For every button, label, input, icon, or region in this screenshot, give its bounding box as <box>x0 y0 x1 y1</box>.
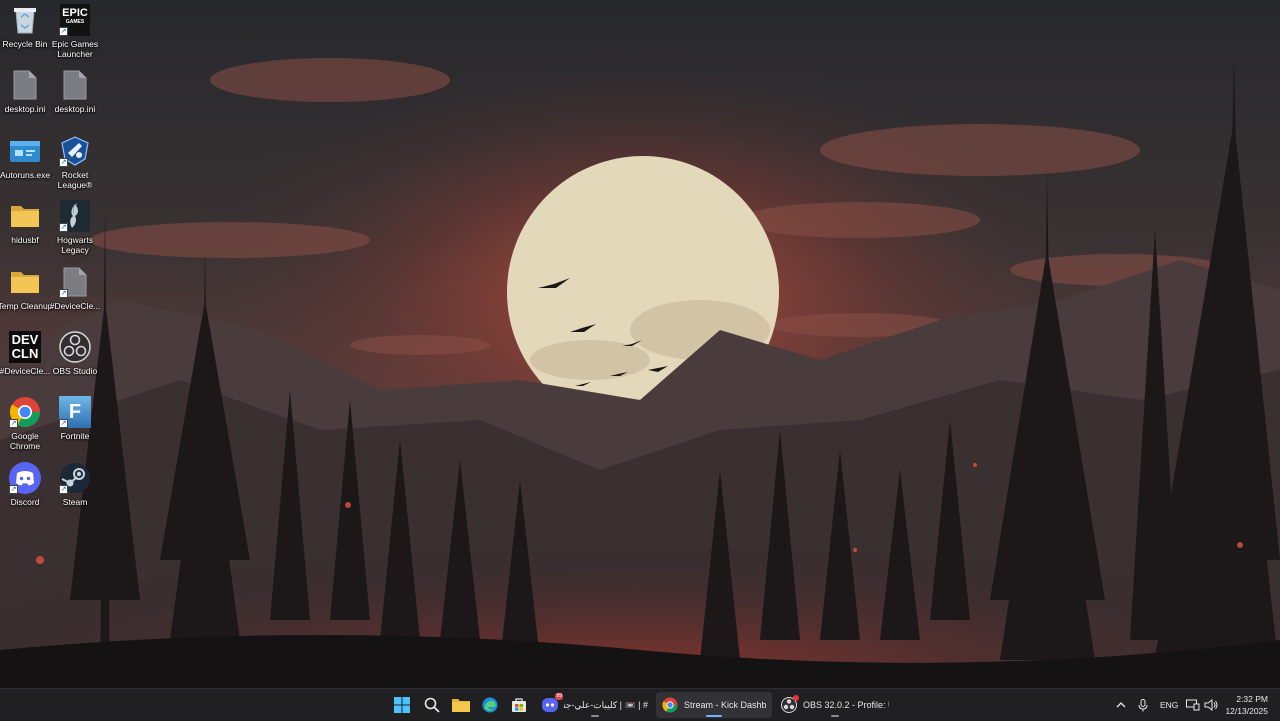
desktop-icon-label: Rocket League® <box>57 169 93 190</box>
system-tray: ENG <box>1114 689 1178 721</box>
search-button[interactable] <box>418 692 446 718</box>
obs-icon <box>781 695 799 713</box>
desktop-icon-label: Fortnite <box>60 431 90 442</box>
desktop-icon-obs-studio[interactable]: OBS Studio <box>50 331 100 376</box>
shortcut-arrow-icon: ↗ <box>59 27 68 36</box>
desktop-icon-label: #DeviceCle... <box>0 366 51 376</box>
running-indicator <box>591 715 599 717</box>
desktop-icon-label: Epic Games Launcher <box>51 39 99 59</box>
desktop-icon-label: Steam <box>62 496 88 507</box>
taskbar-window-title: OBS 32.0.2 - Profile: Unt <box>803 700 889 710</box>
taskbar-window-title: Stream - Kick Dashboard <box>684 700 766 710</box>
chrome-icon <box>662 697 678 713</box>
folder-icon <box>452 699 470 712</box>
running-indicator <box>831 715 839 717</box>
desktop-icon-rocket-league[interactable]: ↗ Rocket League® <box>50 135 100 190</box>
epic-games-icon: EPIC GAMES ↗ <box>59 4 91 36</box>
desktop-icon-desktop-ini[interactable]: desktop.ini <box>50 69 100 114</box>
shortcut-arrow-icon: ↗ <box>59 484 68 494</box>
autoruns-icon <box>9 135 41 167</box>
edge-button[interactable] <box>476 692 504 718</box>
steam-icon: ↗ <box>59 462 91 494</box>
hogwarts-legacy-icon: ↗ <box>59 200 91 233</box>
desktop-icon-desktop-ini[interactable]: desktop.ini <box>0 69 50 114</box>
shortcut-arrow-icon: ↗ <box>59 288 68 298</box>
desktop-icon-label: #DeviceCle... <box>49 300 101 311</box>
desktop-icon-label: Hogwarts Legacy <box>57 235 93 256</box>
desktop-icon-hogwarts-legacy[interactable]: ↗ Hogwarts Legacy <box>50 200 100 255</box>
logo-text: DEV <box>11 332 39 347</box>
discord-icon: 99 <box>542 693 563 713</box>
desktop-icon-label: OBS Studio <box>52 366 98 376</box>
folder-icon <box>9 266 41 298</box>
recycle-bin-icon <box>9 4 41 36</box>
rocket-league-icon: ↗ <box>59 135 91 167</box>
discord-icon: ↗ <box>9 461 41 494</box>
shortcut-arrow-icon: ↗ <box>59 223 68 233</box>
clock[interactable]: 2:32 PM 12/13/2025 <box>1220 693 1268 717</box>
quick-settings[interactable] <box>1186 689 1218 721</box>
desktop-icon-label: hidusbf <box>11 235 39 246</box>
folder-icon <box>9 200 41 232</box>
taskbar-window-title: # | 📼 | كليبات-علي-جنب <box>564 699 648 710</box>
desktop-icon-label: Autoruns.exe <box>0 169 51 180</box>
file-explorer-button[interactable] <box>447 692 475 718</box>
file-icon <box>9 69 41 101</box>
desktop-icon-label: Recycle Bin <box>2 39 48 49</box>
desktop-icon-label: Temp Cleanup <box>0 300 53 311</box>
chevron-up-icon <box>1116 702 1126 708</box>
logo-subtext: GAMES <box>65 19 85 25</box>
desktop-icon-epic-games-launcher[interactable]: EPIC GAMES ↗ Epic Games Launcher <box>50 4 100 59</box>
desktop-icon-label: desktop.ini <box>4 104 46 115</box>
taskbar-window-obs[interactable]: OBS 32.0.2 - Profile: Unt <box>775 692 895 718</box>
shortcut-arrow-icon: ↗ <box>59 157 68 167</box>
desktop-icon-discord[interactable]: ↗ Discord <box>0 461 50 507</box>
recording-dot <box>793 695 799 701</box>
desktop-icon-label: Google Chrome <box>9 431 41 452</box>
chrome-icon: ↗ <box>9 396 41 429</box>
desktop-icon-temp-cleanup[interactable]: Temp Cleanup <box>0 266 53 311</box>
desktop-icon-devicecle[interactable]: ↗ #DeviceCle... <box>50 266 100 311</box>
desktop-icon-label: desktop.ini <box>54 104 96 115</box>
store-button[interactable] <box>505 692 533 718</box>
desktop-icon-devicecle[interactable]: DEV CLN #DeviceCle... <box>0 331 50 376</box>
shortcut-arrow-icon: ↗ <box>59 419 68 429</box>
windows-logo-icon <box>394 697 410 713</box>
wallpaper <box>0 0 1280 688</box>
desktop[interactable]: Recycle Bin EPIC GAMES ↗ Epic Games Launcher… <box>0 0 1280 688</box>
fortnite-icon: F ↗ <box>59 396 91 429</box>
obs-icon <box>59 331 91 363</box>
store-icon <box>512 698 526 712</box>
desktop-icon-google-chrome[interactable]: ↗ Google Chrome <box>0 396 50 451</box>
search-icon <box>424 697 440 713</box>
desktop-icon-autoruns-exe[interactable]: Autoruns.exe <box>0 135 50 180</box>
clock-time: 2:32 PM <box>1236 694 1268 704</box>
edge-icon <box>482 697 498 713</box>
start-button[interactable] <box>388 692 416 718</box>
epic-logo-text: EPIC <box>62 7 88 19</box>
desktop-icon-fortnite[interactable]: F ↗ Fortnite <box>50 396 100 441</box>
taskbar-window-chrome[interactable]: Stream - Kick Dashboard <box>656 692 772 718</box>
file-icon: ↗ <box>59 266 91 298</box>
file-icon <box>59 69 91 101</box>
desktop-icon-hidusbf[interactable]: hidusbf <box>0 200 50 245</box>
shortcut-arrow-icon: ↗ <box>9 419 18 429</box>
logo-subtext: CLN <box>11 346 39 361</box>
devcln-icon: DEV CLN <box>9 331 41 363</box>
tray-overflow-button[interactable] <box>1114 695 1128 715</box>
active-indicator <box>706 715 722 717</box>
input-language[interactable]: ENG <box>1160 700 1178 710</box>
shortcut-arrow-icon: ↗ <box>9 484 18 494</box>
network-icon <box>1186 699 1200 711</box>
speaker-icon <box>1204 699 1218 711</box>
taskbar-window-discord[interactable]: 99 # | 📼 | كليبات-علي-جنب <box>536 692 654 718</box>
desktop-icon-label: Discord <box>10 496 40 507</box>
clock-date: 12/13/2025 <box>1225 706 1268 716</box>
microphone-button[interactable] <box>1136 695 1150 715</box>
desktop-icon-recycle-bin[interactable]: Recycle Bin <box>0 4 50 49</box>
microphone-icon <box>1138 698 1148 711</box>
taskbar: 99 # | 📼 | كليبات-علي-جنب Stream - Kick … <box>0 688 1280 720</box>
notification-badge: 99 <box>555 693 563 700</box>
desktop-icon-steam[interactable]: ↗ Steam <box>50 462 100 507</box>
